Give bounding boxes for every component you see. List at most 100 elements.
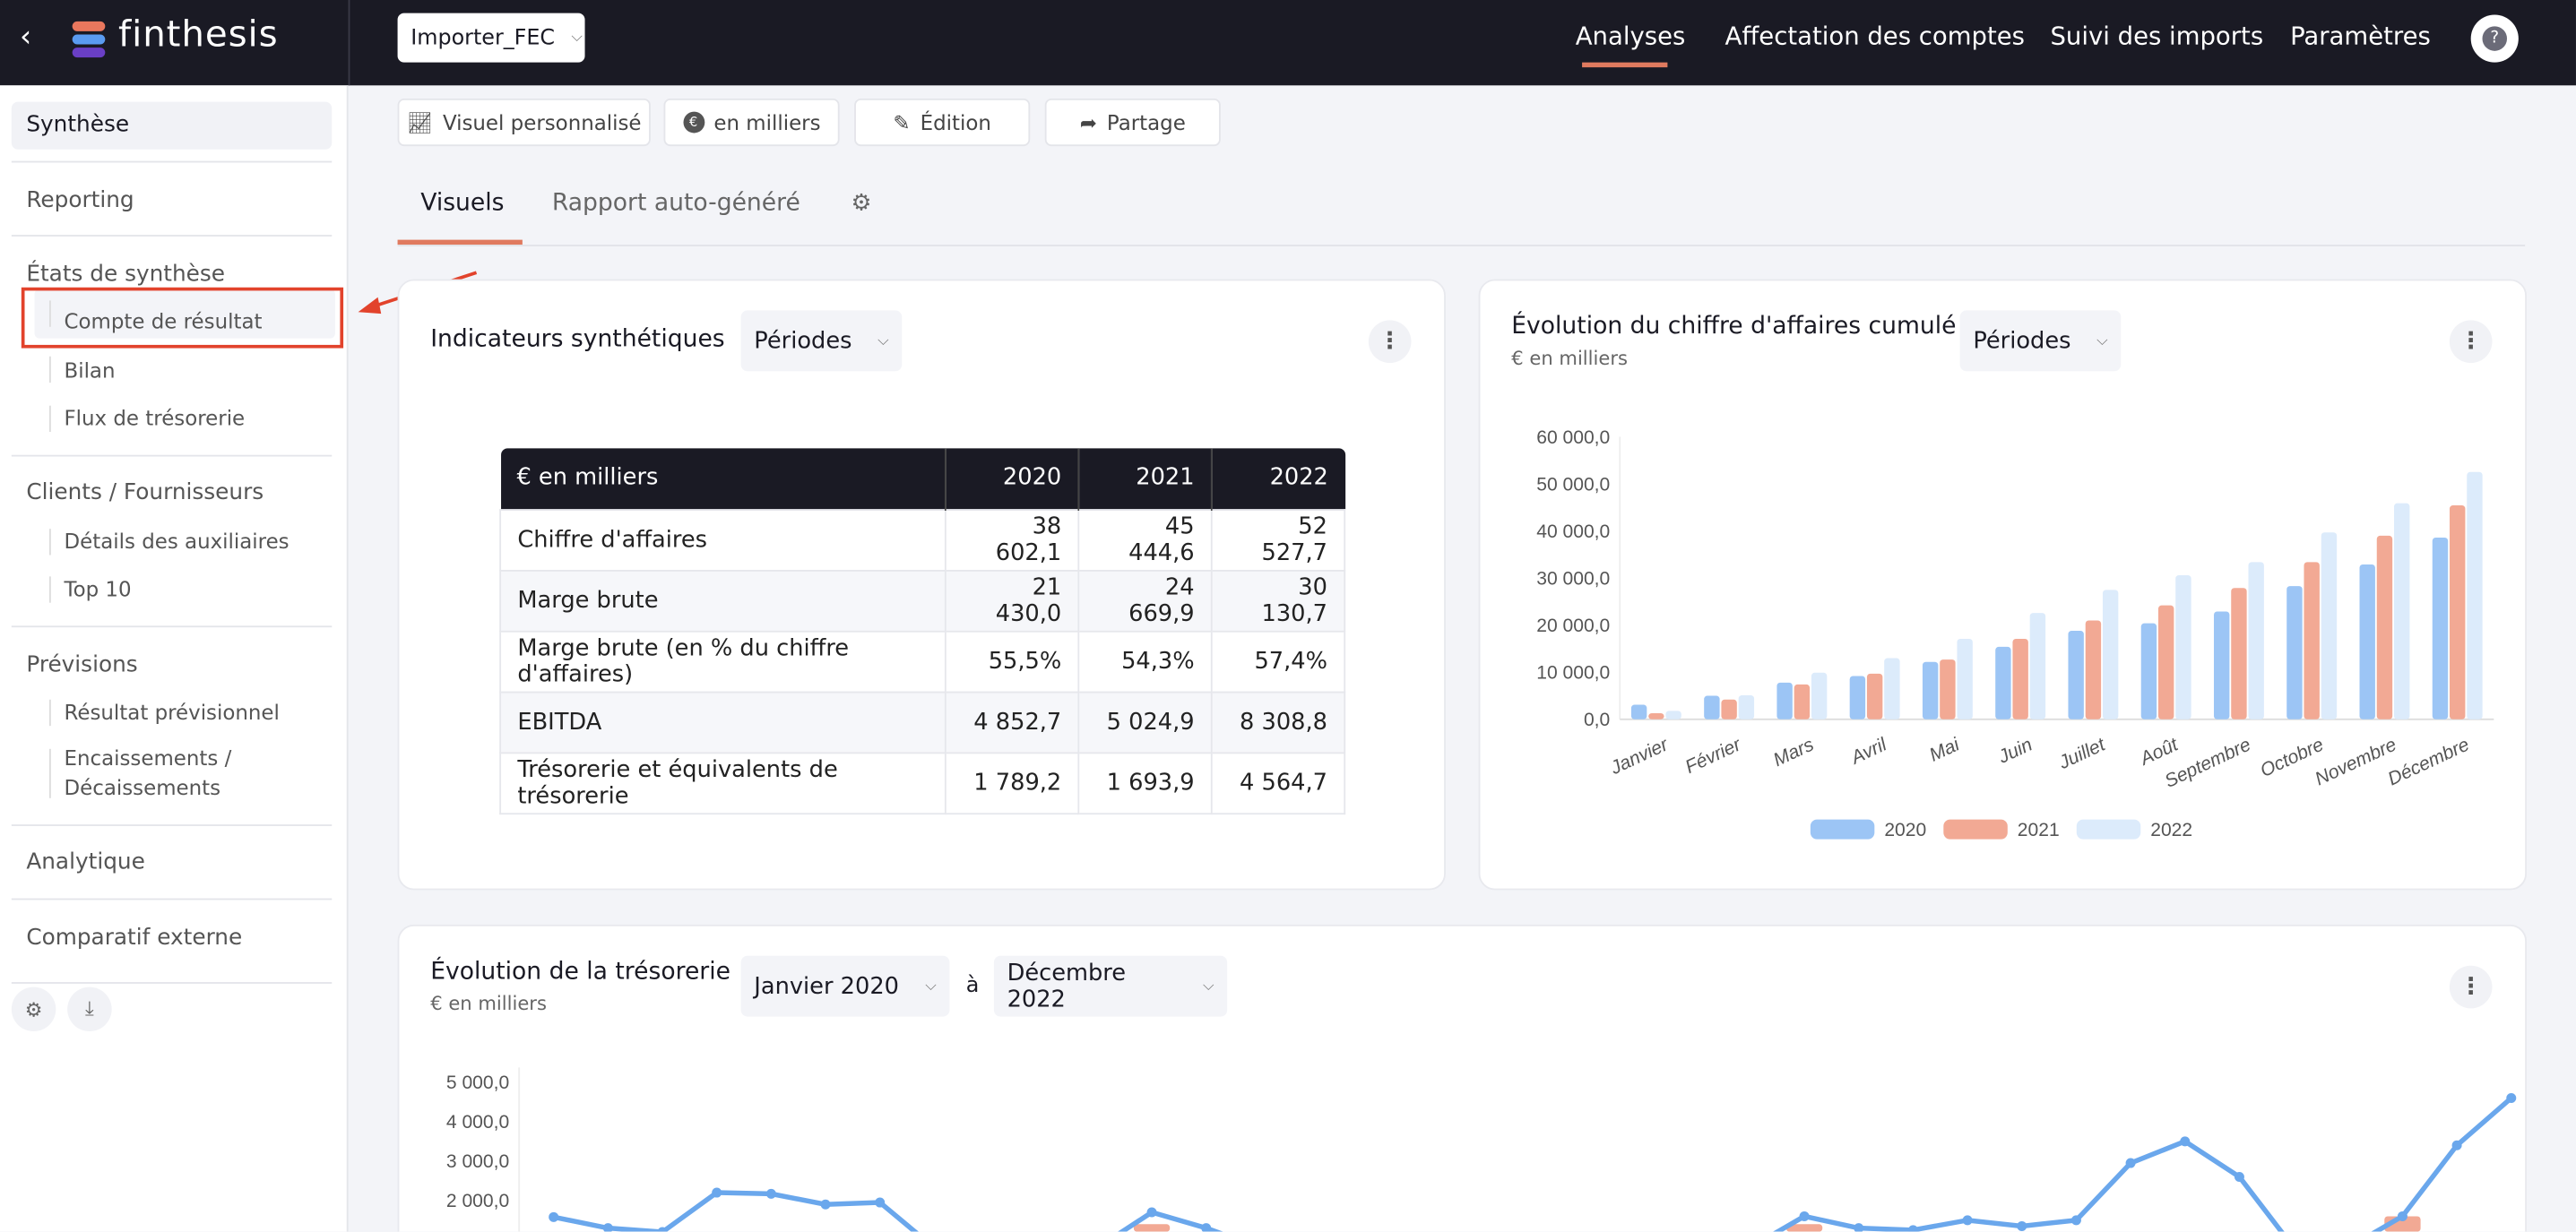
nav-parametres[interactable]: Paramètres bbox=[2290, 22, 2431, 51]
sidebar-item-bilan[interactable]: Bilan bbox=[64, 358, 115, 383]
units-button[interactable]: € en milliers bbox=[663, 98, 840, 147]
tab-rapport[interactable]: Rapport auto-généré bbox=[552, 191, 800, 217]
bar-2020-Octobre bbox=[2286, 586, 2303, 719]
help-icon: ? bbox=[2482, 26, 2508, 51]
bar-2021-Mai bbox=[1940, 659, 1956, 719]
select-label: Décembre 2022 bbox=[1007, 960, 1127, 1012]
workspace-select[interactable]: Importer_FEC ⌵ bbox=[397, 13, 585, 63]
bar-2022-Avril bbox=[1884, 658, 1900, 719]
indent-bar bbox=[48, 748, 51, 798]
sidebar-item-flux[interactable]: Flux de trésorerie bbox=[64, 406, 245, 430]
sidebar-item-comparatif[interactable]: Comparatif externe bbox=[26, 925, 242, 951]
y-tick-label: 30 000,0 bbox=[1536, 569, 1610, 590]
x-tick-label: Mars bbox=[1770, 734, 1818, 771]
tab-settings-gear-icon[interactable]: ⚙ bbox=[851, 191, 871, 217]
bar-2021-Juillet bbox=[2085, 620, 2102, 719]
edit-button[interactable]: ✎ Édition bbox=[854, 98, 1031, 147]
sidebar-item-top10[interactable]: Top 10 bbox=[64, 576, 131, 600]
more-options-button[interactable]: ⋮ bbox=[1368, 320, 1412, 364]
start-date-select[interactable]: Janvier 2020 ⌵ bbox=[740, 955, 950, 1017]
custom-visual-button[interactable]: 📈︎ Visuel personnalisé bbox=[397, 98, 651, 147]
value-cell: 38 602,1 bbox=[945, 508, 1080, 571]
more-options-button[interactable]: ⋮ bbox=[2449, 965, 2493, 1009]
bar-2022-Janvier bbox=[1665, 711, 1681, 719]
bar-2020-Janvier bbox=[1630, 704, 1647, 719]
select-label: Périodes bbox=[1973, 327, 2071, 354]
y-tick-label: 2 000,0 bbox=[446, 1191, 509, 1211]
x-tick-label: Juin bbox=[1994, 734, 2036, 768]
treasury-point bbox=[602, 1223, 613, 1232]
period-select[interactable]: Périodes ⌵ bbox=[740, 310, 903, 372]
treasury-point bbox=[1962, 1215, 1973, 1226]
treasury-point bbox=[2506, 1092, 2517, 1103]
share-button[interactable]: ➦ Partage bbox=[1044, 98, 1221, 147]
settings-button[interactable]: ⚙ bbox=[11, 986, 56, 1032]
sidebar-item-synthese[interactable]: Synthèse bbox=[11, 101, 333, 150]
workspace-label: Importer_FEC bbox=[411, 25, 556, 50]
treasury-point bbox=[1799, 1210, 1810, 1221]
divider bbox=[397, 245, 2526, 246]
bar-2020-Mars bbox=[1776, 682, 1793, 719]
nav-suivi-imports[interactable]: Suivi des imports bbox=[2050, 22, 2263, 51]
bar-2022-Novembre bbox=[2393, 503, 2410, 719]
tab-visuels[interactable]: Visuels bbox=[420, 191, 504, 217]
brand-name: finthesis bbox=[117, 14, 279, 56]
legend-swatch-2020 bbox=[1810, 819, 1875, 840]
more-options-button[interactable]: ⋮ bbox=[2449, 320, 2493, 364]
sidebar-item-reporting[interactable]: Reporting bbox=[26, 187, 134, 213]
bar-2020-Décembre bbox=[2432, 537, 2449, 719]
column-header: 2021 bbox=[1077, 448, 1212, 510]
treasury-point bbox=[2017, 1220, 2027, 1231]
app: ‹ finthesis Importer_FEC ⌵ Analyses Affec… bbox=[0, 0, 2576, 1232]
column-header: € en milliers bbox=[500, 448, 947, 510]
sidebar: Synthèse Reporting États de synthèse Com… bbox=[0, 85, 349, 1232]
treasury-line bbox=[553, 1096, 2513, 1232]
nav-analyses[interactable]: Analyses bbox=[1576, 22, 1686, 51]
sidebar-item-details-auxiliaires[interactable]: Détails des auxiliaires bbox=[64, 529, 289, 553]
kebab-icon: ⋮ bbox=[2459, 328, 2483, 355]
sidebar-item-analytique[interactable]: Analytique bbox=[26, 849, 144, 875]
nav-affectation[interactable]: Affectation des comptes bbox=[1725, 22, 2025, 51]
sidebar-item-resultat-previsionnel[interactable]: Résultat prévisionnel bbox=[64, 700, 279, 724]
value-cell: 1 693,9 bbox=[1077, 751, 1213, 814]
sidebar-item-decaissements[interactable]: Décaissements bbox=[64, 775, 220, 799]
column-header: 2020 bbox=[945, 448, 1079, 510]
value-cell: 1 789,2 bbox=[945, 751, 1080, 814]
sidebar-item-encaissements[interactable]: Encaissements / bbox=[64, 745, 231, 770]
legend-swatch-2021 bbox=[1943, 819, 2008, 840]
treasury-point bbox=[2397, 1210, 2407, 1221]
divider bbox=[11, 898, 333, 900]
bar-2022-Juillet bbox=[2102, 590, 2119, 719]
x-tick-label: Novembre bbox=[2312, 734, 2399, 789]
help-button[interactable]: ? bbox=[2470, 14, 2519, 63]
bar-2022-Août bbox=[2175, 575, 2191, 719]
sidebar-section-clients[interactable]: Clients / Fournisseurs bbox=[26, 479, 264, 505]
period-select[interactable]: Périodes ⌵ bbox=[1959, 310, 2122, 372]
indent-bar bbox=[48, 576, 51, 603]
y-tick-label: 0,0 bbox=[1584, 710, 1610, 730]
x-tick-label: Mai bbox=[1926, 734, 1964, 766]
range-separator: à bbox=[965, 973, 980, 999]
sidebar-section-etats[interactable]: États de synthèse bbox=[26, 261, 225, 287]
export-button[interactable]: ⤓ bbox=[67, 986, 112, 1032]
kebab-icon: ⋮ bbox=[2459, 973, 2483, 1001]
card-subtitle: € en milliers bbox=[430, 992, 547, 1015]
bar-2022-Décembre bbox=[2467, 471, 2483, 719]
bar-2020-Juillet bbox=[2068, 631, 2084, 719]
sidebar-section-previsions[interactable]: Prévisions bbox=[26, 652, 137, 678]
value-cell: 24 669,9 bbox=[1077, 569, 1213, 632]
end-date-select[interactable]: Décembre 2022 ⌵ bbox=[993, 955, 1228, 1017]
select-label: Janvier 2020 bbox=[754, 972, 899, 1000]
legend-label: 2022 bbox=[2150, 820, 2192, 840]
bar-2021-Juin bbox=[2012, 638, 2028, 719]
chevron-down-icon: ⌵ bbox=[1202, 978, 1215, 995]
treasury-point bbox=[2070, 1215, 2081, 1226]
card-title: Évolution de la trésorerie bbox=[430, 959, 730, 986]
chevron-down-icon: ⌵ bbox=[571, 29, 583, 47]
download-file-icon: ⤓ bbox=[85, 996, 94, 1021]
table-row: Chiffre d'affaires 38 602,1 45 444,6 52 527… bbox=[499, 508, 1346, 571]
divider bbox=[11, 824, 333, 826]
back-chevron-icon[interactable]: ‹ bbox=[20, 20, 31, 54]
indent-bar bbox=[48, 529, 51, 556]
bar-2021-Mars bbox=[1794, 684, 1811, 719]
